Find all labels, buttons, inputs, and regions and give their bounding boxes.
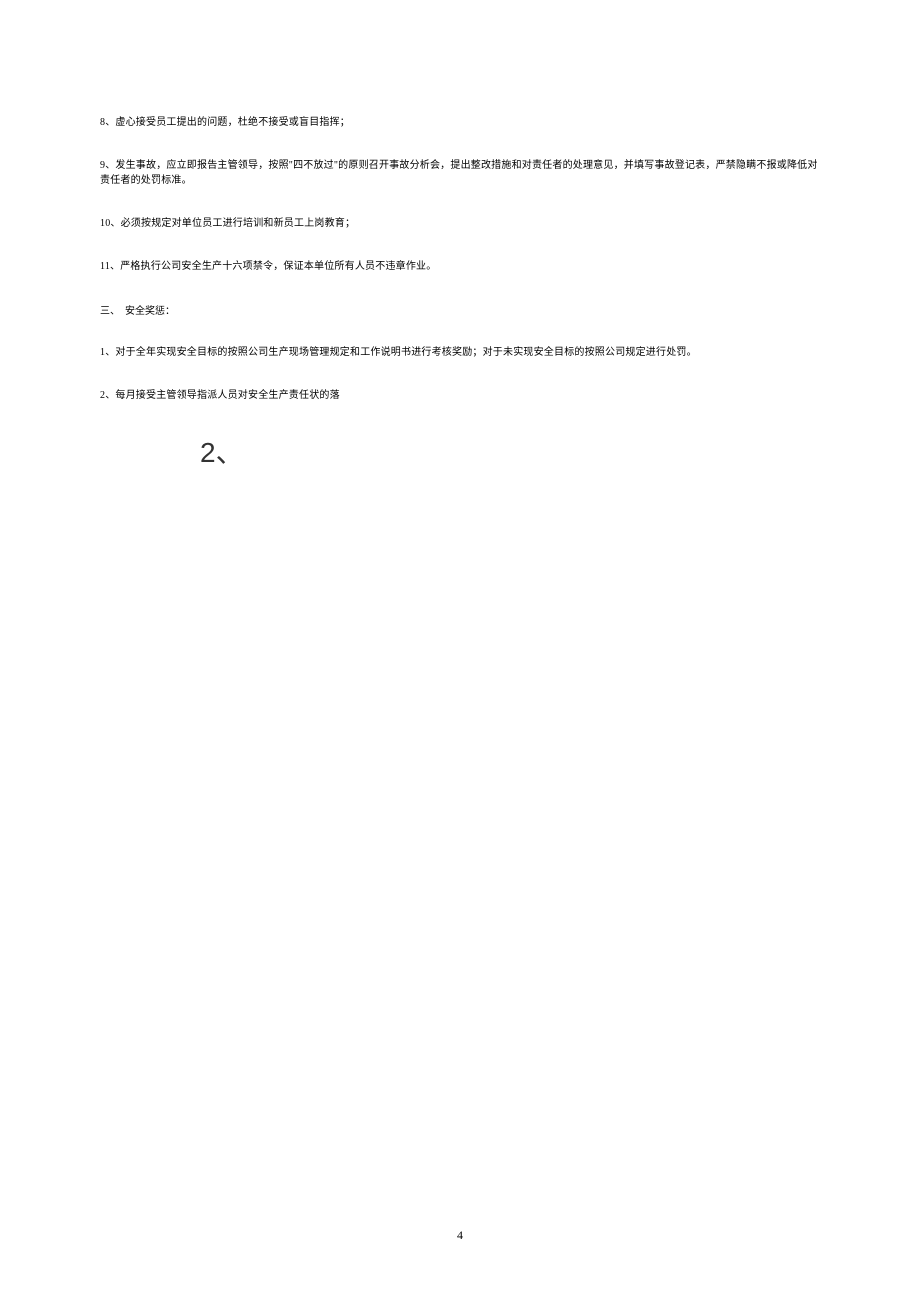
section-3-paragraph-1: 1、对于全年实现安全目标的按照公司生产现场管理规定和工作说明书进行考核奖励；对于…: [100, 345, 820, 360]
large-number-label: 2、: [200, 431, 820, 471]
paragraph-11: 11、严格执行公司安全生产十六项禁令，保证本单位所有人员不违章作业。: [100, 259, 820, 274]
paragraph-9: 9、发生事故，应立即报告主管领导，按照"四不放过"的原则召开事故分析会，提出整改…: [100, 158, 820, 188]
section-3-paragraph-2: 2、每月接受主管领导指派人员对安全生产责任状的落: [100, 388, 820, 403]
paragraph-8: 8、虚心接受员工提出的问题，杜绝不接受或盲目指挥；: [100, 115, 820, 130]
section-3-heading: 三、 安全奖惩：: [100, 302, 820, 317]
page-number: 4: [0, 1228, 920, 1243]
paragraph-10: 10、必须按规定对单位员工进行培训和新员工上岗教育；: [100, 216, 820, 231]
document-content: 8、虚心接受员工提出的问题，杜绝不接受或盲目指挥； 9、发生事故，应立即报告主管…: [0, 0, 920, 471]
